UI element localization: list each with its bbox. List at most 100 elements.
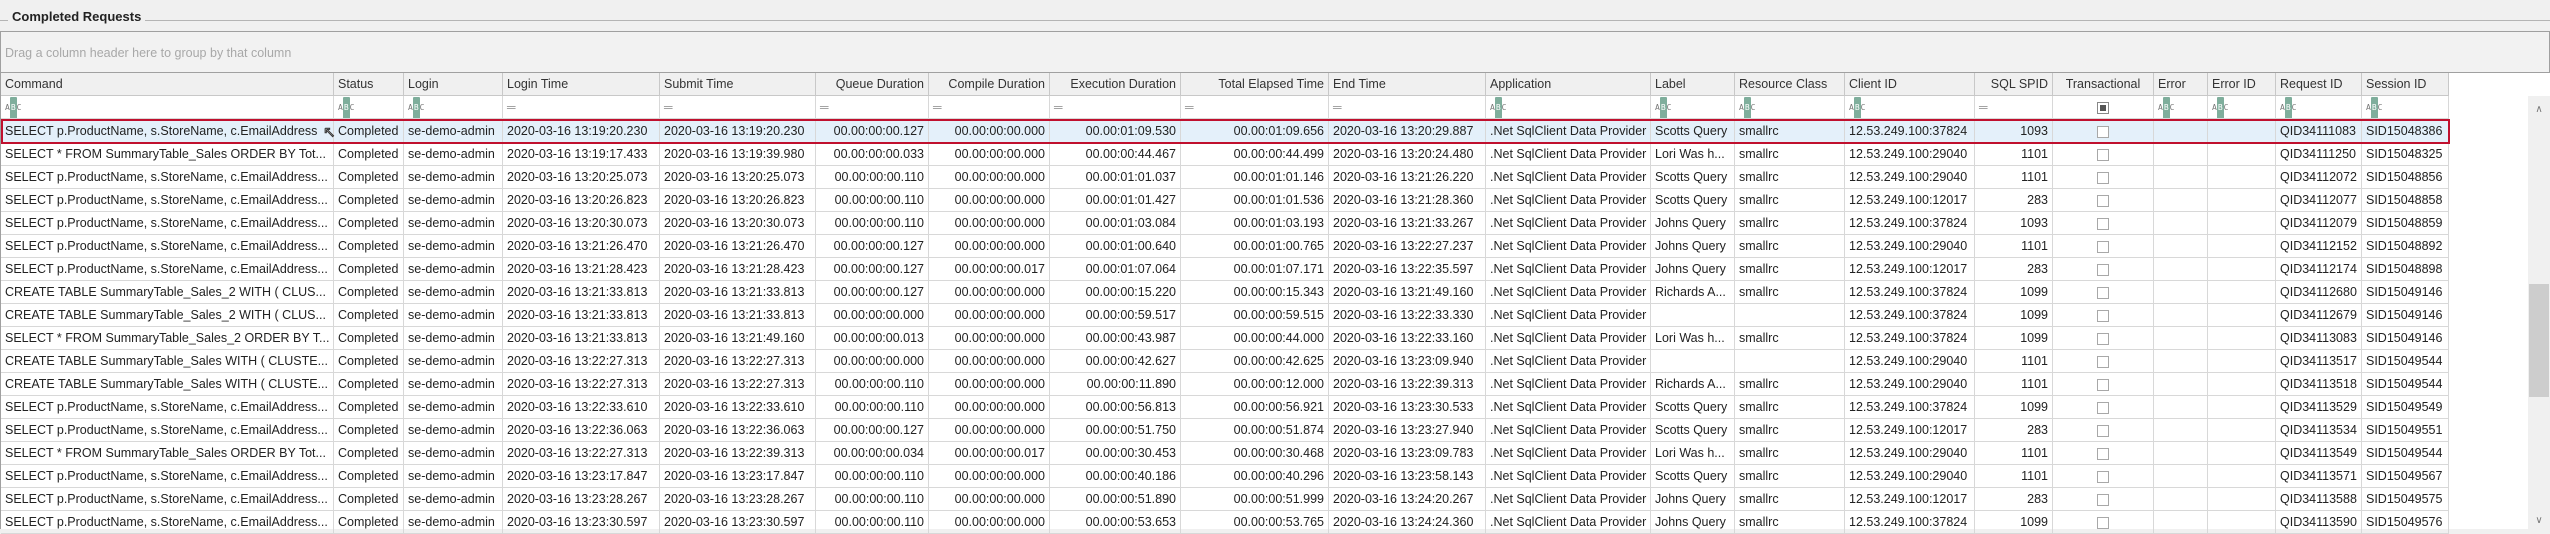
abc-filter-icon[interactable]: ABC: [2366, 96, 2382, 118]
chevron-up-icon[interactable]: ∧: [2528, 104, 2550, 115]
column-header-client-id[interactable]: Client ID: [1845, 73, 1975, 96]
filter-cell-sql-spid[interactable]: ═: [1975, 96, 2053, 119]
abc-filter-icon[interactable]: ABC: [2158, 96, 2174, 118]
column-header-compile-duration[interactable]: Compile Duration: [929, 73, 1050, 96]
cell-login-time: 2020-03-16 13:21:33.813: [503, 327, 660, 350]
filter-cell-command[interactable]: ABC: [1, 96, 334, 119]
filter-cell-application[interactable]: ABC: [1486, 96, 1651, 119]
equals-filter-icon[interactable]: ═: [664, 96, 673, 118]
filter-cell-login-time[interactable]: ═: [503, 96, 660, 119]
filter-cell-transactional[interactable]: [2053, 96, 2154, 119]
cell-error: [2154, 488, 2208, 511]
equals-filter-icon[interactable]: ═: [1333, 96, 1342, 118]
abc-filter-icon[interactable]: ABC: [1849, 96, 1865, 118]
transactional-checkbox[interactable]: [2097, 171, 2109, 184]
chevron-down-icon[interactable]: ∨: [2528, 515, 2550, 526]
filter-cell-total-elapsed-time[interactable]: ═: [1181, 96, 1329, 119]
column-header-queue-duration[interactable]: Queue Duration: [816, 73, 929, 96]
column-header-submit-time[interactable]: Submit Time: [660, 73, 816, 96]
column-header-request-id[interactable]: Request ID: [2276, 73, 2362, 96]
abc-filter-icon[interactable]: ABC: [338, 96, 354, 118]
transactional-checkbox[interactable]: [2097, 240, 2109, 253]
abc-filter-icon[interactable]: ABC: [2280, 96, 2296, 118]
cell-client-id: 12.53.249.100:37824: [1845, 511, 1975, 534]
vertical-scrollbar[interactable]: ∧ ∨: [2528, 96, 2550, 530]
checkbox-filter-icon[interactable]: [2097, 101, 2109, 114]
equals-filter-icon[interactable]: ═: [1054, 96, 1063, 118]
transactional-checkbox[interactable]: [2097, 424, 2109, 437]
scrollbar-thumb[interactable]: [2529, 284, 2549, 397]
column-header-status[interactable]: Status: [334, 73, 404, 96]
cell-client-id: 12.53.249.100:29040: [1845, 235, 1975, 258]
filter-cell-login[interactable]: ABC: [404, 96, 503, 119]
filter-cell-execution-duration[interactable]: ═: [1050, 96, 1181, 119]
column-header-error-id[interactable]: Error ID: [2208, 73, 2276, 96]
column-header-execution-duration[interactable]: Execution Duration: [1050, 73, 1181, 96]
column-header-sql-spid[interactable]: SQL SPID: [1975, 73, 2053, 96]
cell-application: .Net SqlClient Data Provider: [1486, 442, 1651, 465]
filter-cell-client-id[interactable]: ABC: [1845, 96, 1975, 119]
filter-cell-resource-class[interactable]: ABC: [1735, 96, 1845, 119]
cell-compile-duration: 00.00:00:00.000: [929, 488, 1050, 511]
cell-error-id: [2208, 511, 2276, 534]
equals-filter-icon[interactable]: ═: [933, 96, 942, 118]
transactional-checkbox[interactable]: [2097, 516, 2109, 529]
cell-login: se-demo-admin: [404, 465, 503, 488]
transactional-checkbox[interactable]: [2097, 263, 2109, 276]
cell-execution-duration: 00.00:01:09.530: [1050, 120, 1181, 143]
filter-cell-end-time[interactable]: ═: [1329, 96, 1486, 119]
column-header-resource-class[interactable]: Resource Class: [1735, 73, 1845, 96]
filter-cell-session-id[interactable]: ABC: [2362, 96, 2449, 119]
group-by-panel[interactable]: Drag a column header here to group by th…: [0, 31, 2550, 72]
abc-filter-icon[interactable]: ABC: [1739, 96, 1755, 118]
filter-cell-submit-time[interactable]: ═: [660, 96, 816, 119]
equals-filter-icon[interactable]: ═: [1979, 96, 1988, 118]
cell-label: Lori Was h...: [1651, 143, 1735, 166]
cell-session-id: SID15049544: [2362, 442, 2449, 465]
filter-cell-error-id[interactable]: ABC: [2208, 96, 2276, 119]
column-header-total-elapsed-time[interactable]: Total Elapsed Time: [1181, 73, 1329, 96]
transactional-checkbox[interactable]: [2097, 148, 2109, 161]
equals-filter-icon[interactable]: ═: [507, 96, 516, 118]
filter-cell-compile-duration[interactable]: ═: [929, 96, 1050, 119]
transactional-checkbox[interactable]: [2097, 194, 2109, 207]
abc-filter-icon[interactable]: ABC: [408, 96, 424, 118]
abc-filter-icon[interactable]: ABC: [5, 96, 21, 118]
cell-command: SELECT p.ProductName, s.StoreName, c.Ema…: [1, 166, 334, 189]
abc-filter-icon[interactable]: ABC: [2212, 96, 2228, 118]
column-header-end-time[interactable]: End Time: [1329, 73, 1486, 96]
transactional-checkbox[interactable]: [2097, 125, 2109, 138]
abc-filter-icon[interactable]: ABC: [1655, 96, 1671, 118]
column-header-transactional[interactable]: Transactional: [2053, 73, 2154, 96]
equals-filter-icon[interactable]: ═: [820, 96, 829, 118]
column-header-login[interactable]: Login: [404, 73, 503, 96]
column-header-login-time[interactable]: Login Time: [503, 73, 660, 96]
cell-request-id: QID34113529: [2276, 396, 2362, 419]
transactional-checkbox[interactable]: [2097, 378, 2109, 391]
transactional-checkbox[interactable]: [2097, 493, 2109, 506]
filter-cell-label[interactable]: ABC: [1651, 96, 1735, 119]
transactional-checkbox[interactable]: [2097, 355, 2109, 368]
filter-cell-status[interactable]: ABC: [334, 96, 404, 119]
transactional-checkbox[interactable]: [2097, 332, 2109, 345]
transactional-checkbox[interactable]: [2097, 447, 2109, 460]
cell-transactional: [2053, 465, 2154, 488]
cell-submit-time: 2020-03-16 13:19:20.230: [660, 120, 816, 143]
column-header-label[interactable]: Label: [1651, 73, 1735, 96]
column-header-command[interactable]: Command: [1, 73, 334, 96]
equals-filter-icon[interactable]: ═: [1185, 96, 1194, 118]
cell-label: Richards A...: [1651, 373, 1735, 396]
transactional-checkbox[interactable]: [2097, 286, 2109, 299]
column-header-application[interactable]: Application: [1486, 73, 1651, 96]
transactional-checkbox[interactable]: [2097, 470, 2109, 483]
transactional-checkbox[interactable]: [2097, 309, 2109, 322]
column-header-session-id[interactable]: Session ID: [2362, 73, 2449, 96]
transactional-checkbox[interactable]: [2097, 401, 2109, 414]
filter-cell-error[interactable]: ABC: [2154, 96, 2208, 119]
abc-filter-icon[interactable]: ABC: [1490, 96, 1506, 118]
cell-error-id: [2208, 166, 2276, 189]
transactional-checkbox[interactable]: [2097, 217, 2109, 230]
filter-cell-request-id[interactable]: ABC: [2276, 96, 2362, 119]
column-header-error[interactable]: Error: [2154, 73, 2208, 96]
filter-cell-queue-duration[interactable]: ═: [816, 96, 929, 119]
